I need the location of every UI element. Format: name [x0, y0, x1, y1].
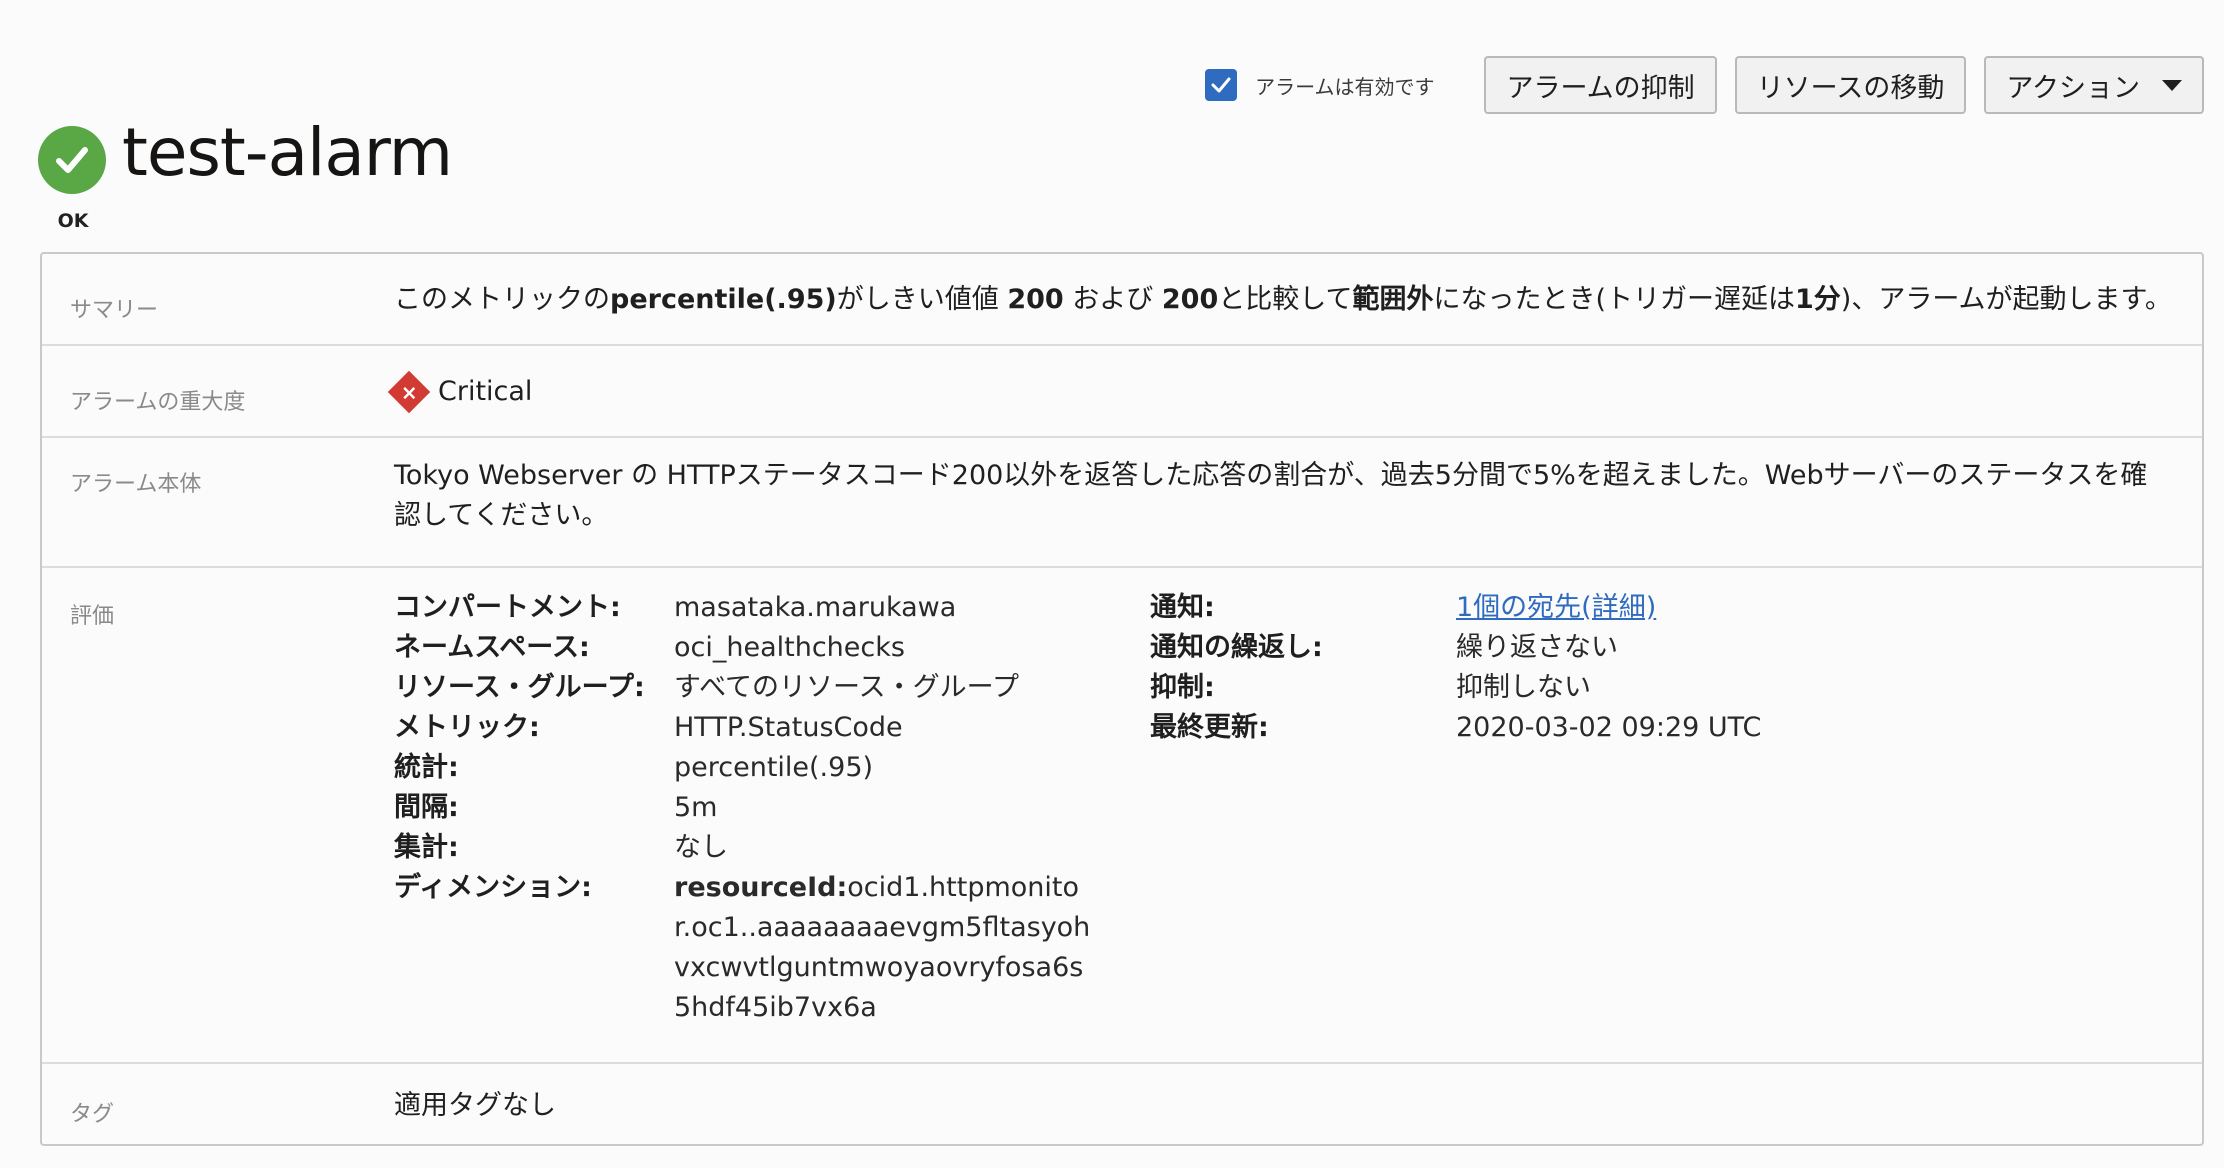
- summary-row: サマリー このメトリックのpercentile(.95)がしきい値値 200 お…: [42, 254, 2202, 346]
- checkbox-checked-icon[interactable]: [1205, 69, 1238, 101]
- actions-button-label: アクション: [2006, 72, 2140, 104]
- evaluation-row: 評価 コンパートメント: masataka.marukawa ネームスペース: oc…: [42, 568, 2202, 1064]
- severity-value: × Critical: [387, 370, 2172, 414]
- alarm-details-panel: サマリー このメトリックのpercentile(.95)がしきい値値 200 お…: [40, 252, 2204, 1146]
- critical-x-icon: ×: [387, 370, 431, 414]
- eval-metric: メトリック: HTTP.StatusCode: [394, 712, 903, 743]
- alarm-enabled-toggle[interactable]: アラームは有効です: [1205, 69, 1434, 101]
- eval-dimension: ディメンション: resourceId:ocid1.httpmonitor.oc…: [394, 872, 1091, 1023]
- ok-check-icon: [38, 126, 106, 194]
- move-resource-button[interactable]: リソースの移動: [1734, 56, 1967, 114]
- tags-row: タグ 適用タグなし: [42, 1064, 2202, 1148]
- caret-down-icon: [2162, 79, 2182, 91]
- severity-label: アラームの重大度: [70, 390, 246, 415]
- alarm-enabled-label: アラームは有効です: [1255, 74, 1435, 99]
- eval-resource-group: リソース・グループ: すべてのリソース・グループ: [394, 672, 1020, 703]
- eval-statistic: 統計: percentile(.95): [394, 752, 874, 783]
- eval-namespace: ネームスペース: oci_healthchecks: [394, 632, 905, 663]
- eval-aggregation: 集計: なし: [394, 832, 728, 863]
- status-indicator: OK: [38, 126, 108, 232]
- severity-text: Critical: [438, 376, 533, 407]
- page-title: test-alarm: [122, 114, 453, 191]
- alarm-body-label: アラーム本体: [70, 472, 202, 497]
- alarm-body-text: Tokyo Webserver の HTTPステータスコード200以外を返答した…: [394, 460, 2148, 531]
- eval-last-updated: 最終更新: 2020-03-02 09:29 UTC: [1150, 712, 1762, 743]
- evaluation-label: 評価: [70, 604, 115, 629]
- eval-interval: 間隔: 5m: [394, 792, 718, 823]
- status-label: OK: [57, 210, 89, 232]
- toolbar: アラームは有効です アラームの抑制 リソースの移動 アクション: [1205, 56, 2204, 114]
- evaluation-right-column: 通知: 1個の宛先(詳細) 通知の繰返し: 繰り返さない 抑制: 抑制しない 最終更新…: [1150, 588, 2050, 748]
- tags-value: 適用タグなし: [394, 1090, 556, 1121]
- eval-suppression: 抑制: 抑制しない: [1150, 672, 1591, 703]
- summary-label: サマリー: [70, 298, 159, 323]
- eval-notifications: 通知: 1個の宛先(詳細): [1150, 588, 2050, 628]
- tags-label: タグ: [70, 1102, 115, 1127]
- severity-row: アラームの重大度 × Critical: [42, 346, 2202, 438]
- alarm-detail-page: アラームは有効です アラームの抑制 リソースの移動 アクション OK test-…: [0, 0, 2224, 1168]
- suppress-alarm-button[interactable]: アラームの抑制: [1484, 56, 1717, 114]
- summary-value: このメトリックのpercentile(.95)がしきい値値 200 および 20…: [394, 284, 2172, 315]
- evaluation-left-column: コンパートメント: masataka.marukawa ネームスペース: oci_h…: [394, 588, 1094, 1028]
- eval-compartment: コンパートメント: masataka.marukawa: [394, 592, 957, 623]
- dimension-name: resourceId:: [674, 872, 848, 903]
- actions-menu-button[interactable]: アクション: [1984, 56, 2204, 114]
- alarm-body-row: アラーム本体 Tokyo Webserver の HTTPステータスコード200…: [42, 438, 2202, 568]
- eval-repeat: 通知の繰返し: 繰り返さない: [1150, 632, 1618, 663]
- notifications-destinations-link[interactable]: 1個の宛先(詳細): [1456, 588, 1656, 628]
